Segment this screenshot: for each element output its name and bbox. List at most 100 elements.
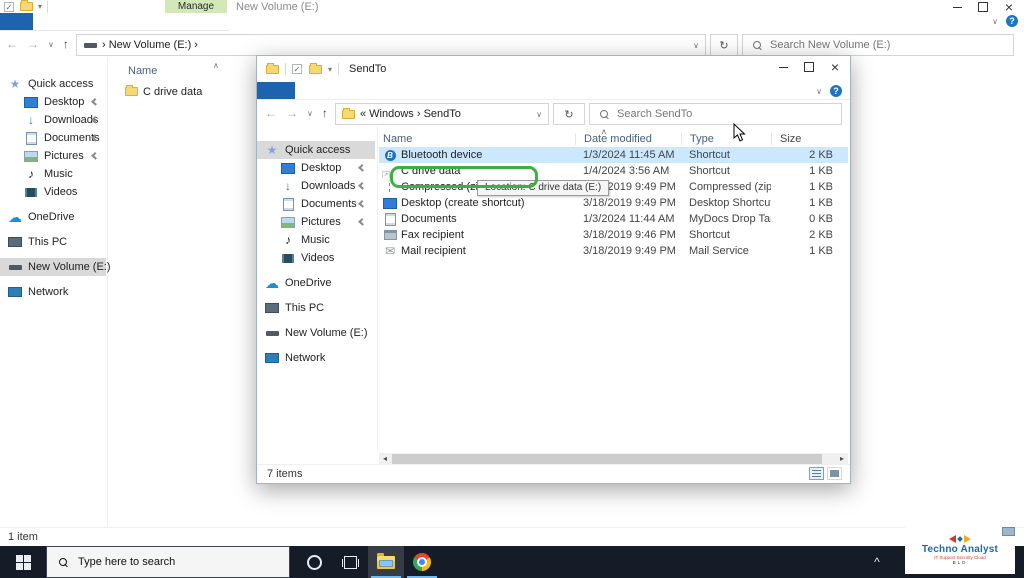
address-toolbar: ← → ∨ ↑ « Windows › SendTo ∨ ↻ Search Se… bbox=[257, 102, 850, 126]
qat-customize-icon[interactable]: ▾ bbox=[38, 2, 42, 11]
sidebar-item[interactable]: OneDrive bbox=[257, 274, 375, 292]
forward-icon[interactable]: → bbox=[286, 106, 298, 120]
sidebar-item[interactable]: This PC bbox=[0, 233, 106, 251]
nav-buttons: ← → ∨ ↑ bbox=[6, 37, 69, 51]
column-header-size[interactable]: Size bbox=[771, 133, 841, 145]
sidebar-item[interactable]: Desktop bbox=[257, 159, 375, 177]
address-bar[interactable]: › New Volume (E:) › ∨ bbox=[76, 34, 706, 56]
sidebar-item[interactable]: Downloads bbox=[0, 111, 106, 129]
task-view-button[interactable] bbox=[332, 546, 368, 578]
sidebar-item[interactable]: Music bbox=[0, 165, 106, 183]
bluetooth-icon bbox=[383, 149, 397, 162]
up-icon[interactable]: ↑ bbox=[322, 106, 328, 120]
sidebar-item[interactable]: Downloads bbox=[257, 177, 375, 195]
close-button[interactable] bbox=[996, 0, 1022, 14]
help-icon[interactable]: ? bbox=[830, 85, 842, 97]
minimize-button[interactable] bbox=[770, 60, 796, 74]
ribbon-tab[interactable] bbox=[387, 82, 429, 99]
search-box[interactable]: Search SendTo bbox=[589, 103, 842, 125]
ribbon-tab[interactable] bbox=[33, 13, 77, 30]
ribbon-tab[interactable] bbox=[121, 13, 163, 30]
file-row[interactable]: Desktop (create shortcut) 3/18/2019 9:49… bbox=[379, 195, 848, 211]
close-button[interactable] bbox=[822, 60, 848, 74]
manage-context-tab[interactable]: Manage bbox=[165, 0, 227, 13]
file-row[interactable]: Documents 1/3/2024 11:44 AM MyDocs Drop … bbox=[379, 211, 848, 227]
back-icon[interactable]: ← bbox=[265, 106, 277, 120]
sidebar-item[interactable]: Network bbox=[257, 349, 375, 367]
sort-ascending-icon[interactable]: ∧ bbox=[213, 61, 219, 70]
chrome-taskbar-icon[interactable] bbox=[404, 546, 440, 578]
qat-customize-icon[interactable]: ▾ bbox=[328, 65, 332, 74]
sidebar-item[interactable]: Pictures bbox=[257, 213, 375, 231]
sidebar-item[interactable]: This PC bbox=[257, 299, 375, 317]
folder-icon[interactable] bbox=[19, 0, 33, 13]
sidebar-item[interactable]: Videos bbox=[0, 183, 106, 201]
divider bbox=[377, 126, 378, 451]
breadcrumb[interactable]: « Windows › SendTo bbox=[360, 108, 461, 120]
sidebar-item[interactable]: OneDrive bbox=[0, 208, 106, 226]
sidebar-item[interactable]: Network bbox=[0, 283, 106, 301]
help-icon[interactable]: ? bbox=[1006, 15, 1018, 27]
ribbon-tab[interactable] bbox=[0, 13, 33, 30]
address-dropdown-icon[interactable]: ∨ bbox=[536, 110, 542, 119]
back-icon[interactable]: ← bbox=[6, 37, 18, 51]
properties-checkbox-icon[interactable]: ✓ bbox=[292, 64, 302, 74]
taskbar: Type here to search ^ bbox=[0, 546, 1024, 578]
window-title: New Volume (E:) bbox=[236, 1, 319, 13]
cortana-button[interactable] bbox=[296, 546, 332, 578]
file-explorer-taskbar-icon[interactable] bbox=[368, 546, 404, 578]
refresh-button[interactable]: ↻ bbox=[710, 34, 738, 56]
file-item[interactable]: C drive data bbox=[124, 85, 202, 98]
sidebar-item[interactable]: Quick access bbox=[257, 141, 375, 159]
expand-ribbon-icon[interactable]: ∨ bbox=[816, 87, 822, 96]
address-dropdown-icon[interactable]: ∨ bbox=[693, 41, 699, 50]
sidebar-item[interactable]: Desktop bbox=[0, 93, 106, 111]
refresh-button[interactable]: ↻ bbox=[553, 103, 585, 125]
properties-checkbox-icon[interactable]: ✓ bbox=[4, 1, 14, 12]
maximize-button[interactable] bbox=[970, 0, 996, 14]
ribbon-tab[interactable] bbox=[343, 82, 387, 99]
maximize-button[interactable] bbox=[796, 60, 822, 74]
file-row[interactable]: Mail recipient 3/18/2019 9:49 PM Mail Se… bbox=[379, 243, 848, 259]
expand-ribbon-icon[interactable]: ∨ bbox=[992, 17, 998, 26]
start-button[interactable] bbox=[0, 546, 46, 578]
large-icons-view-button[interactable] bbox=[827, 467, 842, 480]
name-column-header[interactable]: Name bbox=[128, 65, 157, 77]
pin-icon bbox=[90, 152, 98, 160]
ribbon-tab[interactable] bbox=[77, 13, 121, 30]
breadcrumb[interactable]: › New Volume (E:) › bbox=[102, 39, 198, 51]
forward-icon[interactable]: → bbox=[27, 37, 39, 51]
sidebar-item[interactable]: Documents bbox=[257, 195, 375, 213]
sort-ascending-icon[interactable]: ∧ bbox=[601, 127, 607, 136]
show-hidden-icons-chevron[interactable]: ^ bbox=[860, 546, 894, 578]
ribbon-tab[interactable] bbox=[257, 82, 295, 99]
address-bar[interactable]: « Windows › SendTo ∨ bbox=[335, 103, 549, 125]
tray-display-icon[interactable] bbox=[1002, 527, 1015, 536]
ribbon-tab[interactable] bbox=[295, 82, 343, 99]
sidebar-item[interactable]: Videos bbox=[257, 249, 375, 267]
file-row[interactable]: Fax recipient 3/18/2019 9:46 PM Shortcut… bbox=[379, 227, 848, 243]
column-header-type[interactable]: Type bbox=[681, 133, 771, 145]
ribbon-tab[interactable] bbox=[163, 13, 229, 30]
sidebar-item[interactable]: Documents bbox=[0, 129, 106, 147]
column-header-name[interactable]: Name bbox=[379, 133, 575, 145]
details-view-button[interactable] bbox=[809, 467, 824, 480]
file-row[interactable]: Bluetooth device 1/3/2024 11:45 AM Short… bbox=[379, 147, 848, 163]
network-icon bbox=[265, 351, 279, 365]
recent-locations-icon[interactable]: ∨ bbox=[48, 40, 54, 49]
title-bar[interactable]: ✓ ▾ SendTo bbox=[257, 56, 850, 82]
sidebar-item[interactable]: Quick access bbox=[0, 75, 106, 93]
search-box[interactable]: Search New Volume (E:) bbox=[742, 34, 1014, 56]
column-header-date[interactable]: Date modified bbox=[575, 133, 681, 145]
sidebar-item[interactable]: New Volume (E:) bbox=[257, 324, 375, 342]
sidebar-item[interactable]: Music bbox=[257, 231, 375, 249]
taskbar-search[interactable]: Type here to search bbox=[46, 546, 290, 578]
recent-locations-icon[interactable]: ∨ bbox=[307, 109, 313, 118]
drive-icon bbox=[8, 260, 22, 274]
scrollbar-thumb[interactable] bbox=[392, 454, 822, 464]
sidebar-item[interactable]: New Volume (E:) bbox=[0, 258, 111, 276]
sidebar-item[interactable]: Pictures bbox=[0, 147, 106, 165]
minimize-button[interactable] bbox=[944, 0, 970, 14]
up-icon[interactable]: ↑ bbox=[63, 37, 69, 51]
folder-icon[interactable] bbox=[308, 62, 322, 76]
